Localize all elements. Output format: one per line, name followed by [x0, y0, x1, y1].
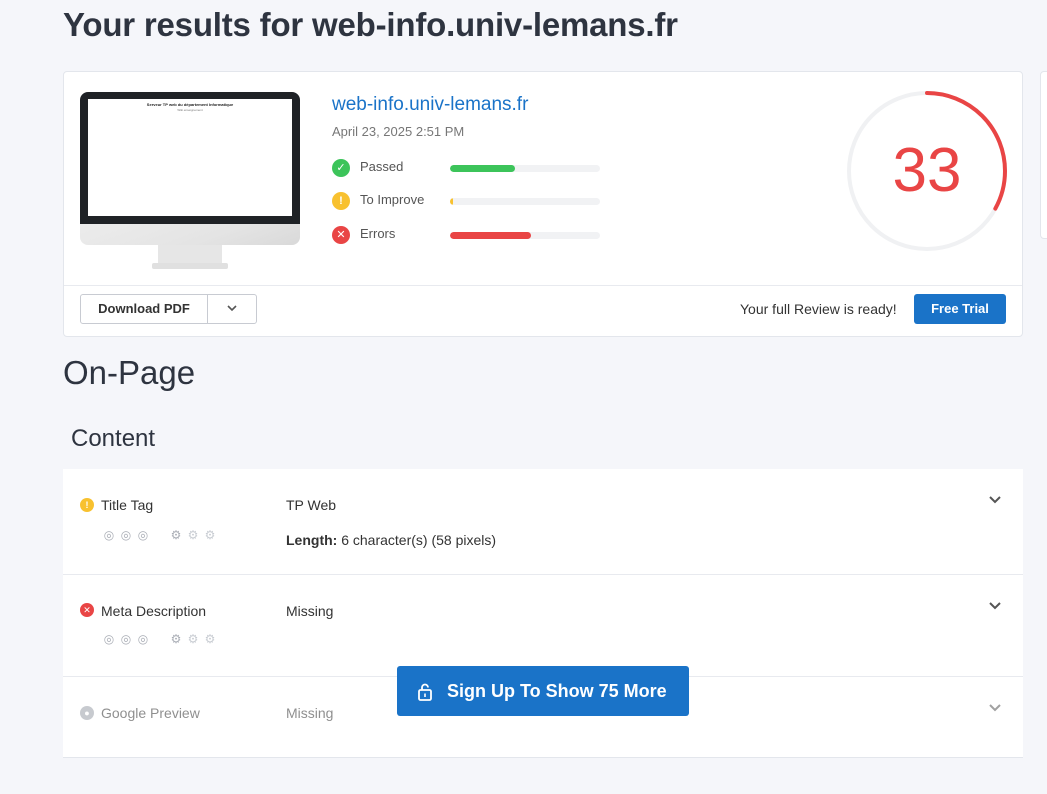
- audit-value: TP Web: [286, 497, 337, 513]
- divider: [64, 285, 1022, 286]
- stat-passed: ✓ Passed: [332, 157, 612, 177]
- progress-fill: [450, 165, 515, 172]
- audit-value: Missing: [286, 705, 334, 721]
- download-pdf-label[interactable]: Download PDF: [81, 295, 207, 323]
- preview-screen-sub: Wiki enseignement: [177, 108, 203, 112]
- x-icon: ✕: [80, 603, 94, 617]
- chevron-down-icon[interactable]: [208, 295, 256, 323]
- check-icon: ✓: [332, 159, 350, 177]
- audit-name: Meta Description: [101, 603, 207, 619]
- gear-icon: ⚙: [187, 528, 199, 542]
- monitor-bezel: Serveur TP web du département Informatiq…: [80, 92, 300, 224]
- download-pdf-button[interactable]: Download PDF: [80, 294, 257, 324]
- x-icon: ✕: [332, 226, 350, 244]
- lock-icon: [417, 683, 433, 706]
- summary-card: Serveur TP web du département Informatiq…: [63, 71, 1023, 337]
- rating-icons: ◎ ◎ ◎ ⚙ ⚙ ⚙: [103, 529, 243, 543]
- score-value: 33: [892, 136, 962, 205]
- detail-label: Length:: [286, 532, 338, 548]
- stat-to-improve: ! To Improve: [332, 190, 612, 210]
- stat-errors: ✕ Errors: [332, 224, 612, 244]
- monitor-stand: [158, 245, 222, 263]
- audit-row-title-tag[interactable]: ! Title Tag ◎ ◎ ◎ ⚙ ⚙ ⚙ TP Web Length: 6…: [63, 469, 1023, 575]
- preview-screen-heading: Serveur TP web du département Informatiq…: [146, 102, 234, 107]
- audit-detail: Length: 6 character(s) (58 pixels): [286, 532, 496, 548]
- progress-track: [450, 198, 600, 205]
- progress-fill: [450, 198, 453, 205]
- audit-name: Title Tag: [101, 497, 154, 513]
- monitor-base: [152, 263, 228, 269]
- website-preview: Serveur TP web du département Informatiq…: [80, 92, 300, 270]
- rating-icons: ◎ ◎ ◎ ⚙ ⚙ ⚙: [103, 633, 243, 647]
- chevron-down-icon[interactable]: [989, 491, 1001, 509]
- target-icon: ◎: [103, 528, 115, 542]
- detail-value: 6 character(s) (58 pixels): [337, 532, 497, 548]
- review-ready-text: Your full Review is ready!: [740, 301, 897, 317]
- free-trial-button[interactable]: Free Trial: [914, 294, 1006, 324]
- target-icon: ◎: [120, 528, 132, 542]
- page-title: Your results for web-info.univ-lemans.fr: [63, 6, 678, 43]
- target-icon: ◎: [103, 632, 115, 646]
- stat-label: Passed: [360, 159, 404, 174]
- exclamation-icon: !: [332, 192, 350, 210]
- target-icon: ◎: [137, 528, 149, 542]
- sign-up-label[interactable]: Sign Up To Show 75 More: [447, 666, 667, 716]
- audit-name: Google Preview: [101, 705, 200, 721]
- progress-track: [450, 165, 600, 172]
- target-icon: ◎: [120, 632, 132, 646]
- side-panel-edge: [1040, 71, 1047, 239]
- gear-icon: ⚙: [187, 632, 199, 646]
- target-icon: ◎: [137, 632, 149, 646]
- warning-icon: !: [80, 498, 94, 512]
- audit-row-meta-description[interactable]: ✕ Meta Description ◎ ◎ ◎ ⚙ ⚙ ⚙ Missing: [63, 575, 1023, 677]
- subsection-title: Content: [71, 425, 156, 452]
- gear-icon: ⚙: [170, 528, 182, 542]
- progress-fill: [450, 232, 531, 239]
- site-link[interactable]: web-info.univ-lemans.fr: [332, 94, 528, 116]
- stat-label: To Improve: [360, 192, 425, 207]
- chevron-down-icon[interactable]: [989, 699, 1001, 717]
- gear-icon: ⚙: [170, 632, 182, 646]
- stat-label: Errors: [360, 226, 396, 241]
- section-title: On-Page: [63, 354, 196, 391]
- monitor-chin: [80, 224, 300, 245]
- eye-icon: ●: [80, 706, 94, 720]
- sign-up-button[interactable]: Sign Up To Show 75 More: [397, 666, 689, 716]
- gear-icon: ⚙: [204, 528, 216, 542]
- report-date: April 23, 2025 2:51 PM: [332, 124, 465, 139]
- audit-value: Missing: [286, 603, 334, 619]
- progress-track: [450, 232, 600, 239]
- gear-icon: ⚙: [204, 632, 216, 646]
- preview-screen: Serveur TP web du département Informatiq…: [88, 99, 292, 216]
- chevron-down-icon[interactable]: [989, 597, 1001, 615]
